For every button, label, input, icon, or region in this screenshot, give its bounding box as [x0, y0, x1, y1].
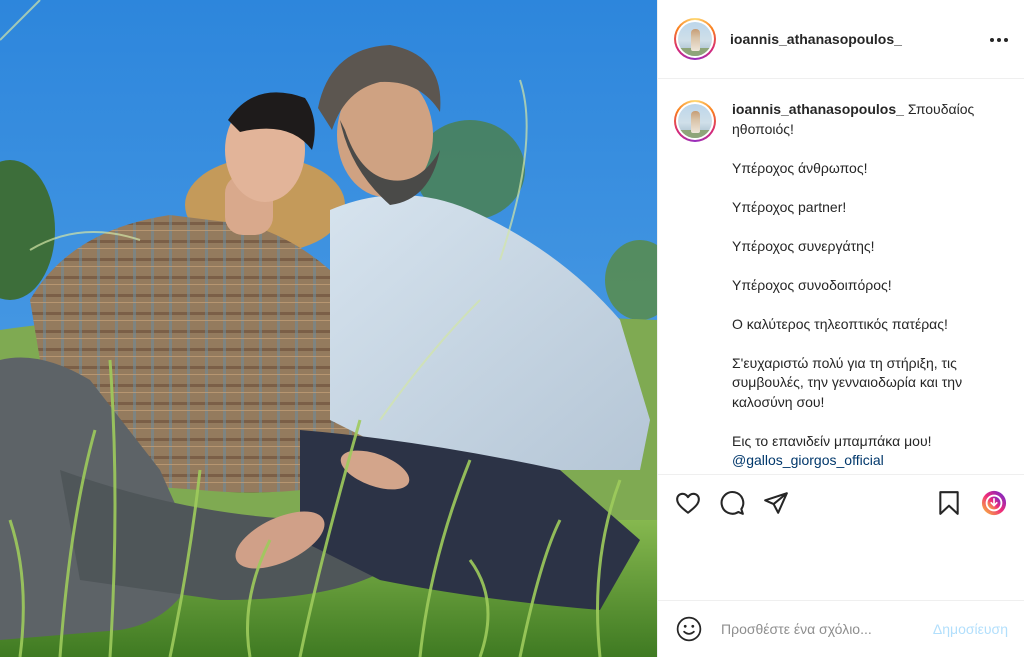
post-actions-bar: [658, 474, 1024, 530]
caption-area: ioannis_athanasopoulos_ Σπουδαίος ηθοποι…: [658, 80, 1024, 474]
caption-avatar[interactable]: [674, 100, 716, 142]
caption-line-3: Υπέροχος partner!: [732, 198, 847, 215]
post-photo[interactable]: [0, 0, 657, 657]
like-button[interactable]: [674, 489, 702, 517]
comment-button[interactable]: [718, 489, 746, 517]
caption-line-7: Σ'ευχαριστώ πολύ για τη στήριξη, τις συμ…: [732, 354, 963, 410]
caption-line-6: Ο καλύτερος τηλεοπτικός πατέρας!: [732, 315, 948, 332]
gradient-circle-icon: [981, 490, 1007, 516]
avatar[interactable]: [674, 18, 716, 60]
caption-line-5: Υπέροχος συνοδοιπόρος!: [732, 276, 892, 293]
share-button[interactable]: [762, 489, 790, 517]
avatar-image: [678, 22, 712, 56]
smiley-icon: [676, 616, 702, 642]
post-header: ioannis_athanasopoulos_: [658, 0, 1024, 79]
comment-input[interactable]: [721, 621, 911, 637]
save-button[interactable]: [935, 489, 963, 517]
caption-line-4: Υπέροχος συνεργάτης!: [732, 237, 875, 254]
heart-icon: [676, 492, 700, 514]
more-options-button[interactable]: [987, 28, 1011, 52]
paper-plane-icon: [764, 491, 788, 514]
caption-text: ioannis_athanasopoulos_ Σπουδαίος ηθοποι…: [732, 100, 1002, 471]
caption-line-2: Υπέροχος άνθρωπος!: [732, 159, 868, 176]
bookmark-icon: [939, 491, 959, 515]
comment-bar: Δημοσίευση: [658, 600, 1024, 657]
post-side-panel: ioannis_athanasopoulos_ ioannis_athanaso…: [657, 0, 1024, 657]
caption-mention-link[interactable]: @gallos_giorgos_official: [732, 452, 884, 468]
more-dots-icon: [990, 38, 994, 42]
emoji-button[interactable]: [675, 615, 703, 643]
photo-illustration: [0, 0, 657, 657]
caption-avatar-image: [678, 104, 712, 138]
gradient-circle-button[interactable]: [980, 489, 1008, 517]
caption-row: ioannis_athanasopoulos_ Σπουδαίος ηθοποι…: [674, 100, 1009, 471]
caption-username[interactable]: ioannis_athanasopoulos_: [732, 101, 904, 117]
comment-bubble-icon: [720, 490, 745, 515]
caption-line-8: Εις το επανιδείν μπαμπάκα μου!: [732, 432, 932, 449]
post-username[interactable]: ioannis_athanasopoulos_: [730, 31, 902, 47]
post-comment-button[interactable]: Δημοσίευση: [933, 621, 1008, 637]
